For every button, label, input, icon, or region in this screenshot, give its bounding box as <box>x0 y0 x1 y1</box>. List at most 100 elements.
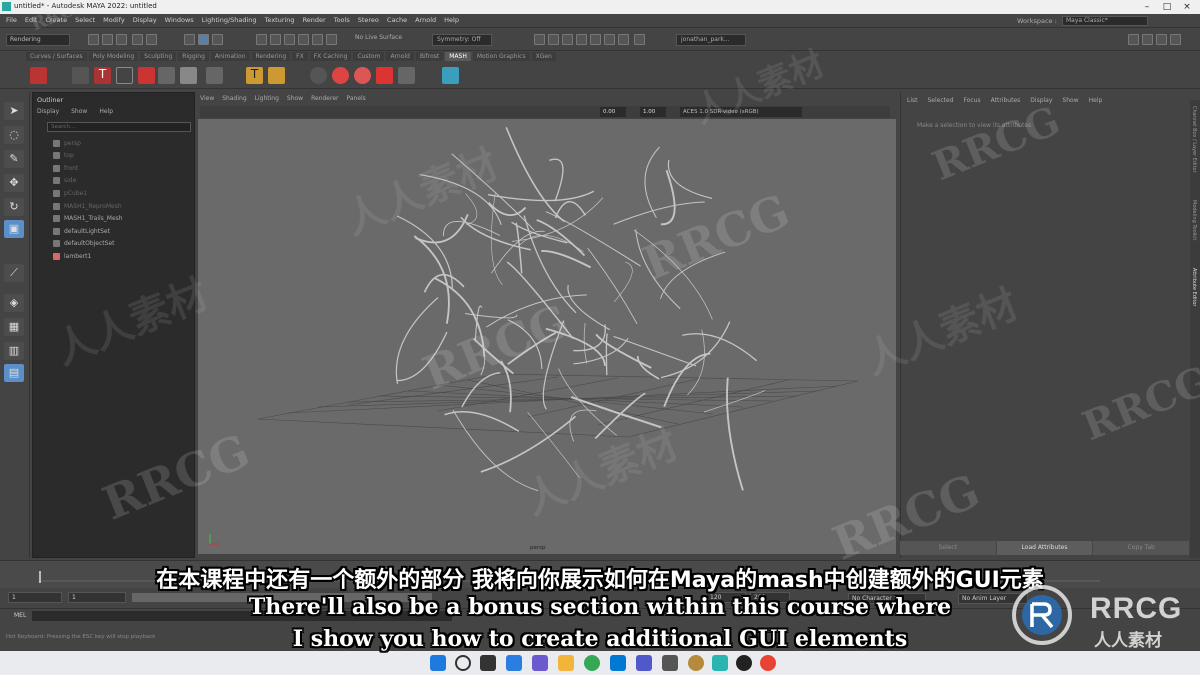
outliner-row[interactable]: persp <box>53 137 81 149</box>
outliner-row[interactable]: front <box>53 162 78 174</box>
outliner-row[interactable]: side <box>53 175 76 187</box>
shelf-tab[interactable]: Motion Graphics <box>472 52 530 61</box>
chrome-icon-2[interactable] <box>760 655 776 671</box>
maximize-button[interactable]: □ <box>1160 1 1174 13</box>
tool-settings-icon[interactable] <box>1156 34 1167 45</box>
mash-python-icon[interactable] <box>442 67 459 84</box>
mash-editor-icon[interactable] <box>72 67 89 84</box>
menu-item-modify[interactable]: Modify <box>103 16 125 24</box>
mash-paint-icon[interactable] <box>138 67 155 84</box>
type-tool-icon[interactable]: T <box>246 67 263 84</box>
snap-view-icon[interactable] <box>298 34 309 45</box>
single-view-icon[interactable]: ◈ <box>4 294 24 312</box>
shelf-tab[interactable]: FX <box>292 52 308 61</box>
outliner-menu-item[interactable]: Show <box>71 108 87 115</box>
app-icon-2[interactable] <box>688 655 704 671</box>
save-scene-icon[interactable] <box>116 34 127 45</box>
outliner-search-input[interactable]: Search... <box>47 122 191 132</box>
shelf-tab[interactable]: Bifrost <box>415 52 444 61</box>
rotate-tool-icon[interactable]: ↻ <box>4 198 24 216</box>
move-tool-icon[interactable]: ✥ <box>4 174 24 192</box>
attribute-editor-icon[interactable] <box>1142 34 1153 45</box>
search-icon[interactable] <box>455 655 471 671</box>
shelf-tab[interactable]: Rendering <box>251 52 291 61</box>
pause-icon[interactable] <box>634 34 645 45</box>
attribute-editor-menu-item[interactable]: Selected <box>928 97 954 104</box>
shelf-tab[interactable]: FX Caching <box>309 52 352 61</box>
snap-live-icon[interactable] <box>326 34 337 45</box>
outliner-row[interactable]: top <box>53 150 74 162</box>
modeling-toolkit-tab[interactable]: Modeling Toolkit <box>1191 200 1197 240</box>
hypershade-icon[interactable] <box>590 34 601 45</box>
mash-instancer-icon[interactable] <box>180 67 197 84</box>
ipr-render-icon[interactable] <box>562 34 573 45</box>
store-icon[interactable] <box>610 655 626 671</box>
select-tool-icon[interactable]: ➤ <box>4 102 24 120</box>
menu-item-help[interactable]: Help <box>444 16 459 24</box>
outliner-row[interactable]: lambert1 <box>53 250 91 262</box>
snap-curve-icon[interactable] <box>270 34 281 45</box>
menu-set-select[interactable]: Rendering <box>6 34 70 46</box>
viewport-menu-item[interactable]: Panels <box>346 95 365 102</box>
snap-grid-icon[interactable] <box>256 34 267 45</box>
minimize-button[interactable]: – <box>1140 1 1154 13</box>
channel-box-tab[interactable]: Channel Box / Layer Editor <box>1191 106 1197 173</box>
menu-item-tools[interactable]: Tools <box>334 16 350 24</box>
open-scene-icon[interactable] <box>102 34 113 45</box>
render-icon[interactable] <box>548 34 559 45</box>
shelf-tab[interactable]: MASH <box>445 52 471 61</box>
viewport-menu-item[interactable]: Lighting <box>255 95 279 102</box>
lasso-tool-icon[interactable]: ◌ <box>4 126 24 144</box>
select-hierarchy-icon[interactable] <box>184 34 195 45</box>
modeling-toolkit-icon[interactable] <box>1128 34 1139 45</box>
undo-icon[interactable] <box>132 34 143 45</box>
shelf-tab[interactable]: Animation <box>210 52 250 61</box>
mash-outliner-icon[interactable] <box>116 67 133 84</box>
user-account-field[interactable]: jonathan_park... <box>676 34 746 46</box>
copy-tab-button[interactable]: Copy Tab <box>1093 541 1191 555</box>
mash-refresh-icon[interactable] <box>310 67 327 84</box>
arnold-render-icon[interactable] <box>604 34 615 45</box>
outliner-row[interactable]: MASH1_ReproMesh <box>53 200 122 212</box>
mash-text-icon[interactable]: T <box>94 67 111 84</box>
mash-repro-icon[interactable] <box>158 67 175 84</box>
task-view-icon[interactable] <box>480 655 496 671</box>
load-attributes-button[interactable]: Load Attributes <box>996 541 1094 555</box>
mash-sphere-icon[interactable] <box>332 67 349 84</box>
arnold-ipr-icon[interactable] <box>618 34 629 45</box>
close-button[interactable]: × <box>1180 1 1194 13</box>
shelf-tab[interactable]: XGen <box>531 52 556 61</box>
paint-select-tool-icon[interactable]: ✎ <box>4 150 24 168</box>
outliner-row[interactable]: defaultObjectSet <box>53 238 115 250</box>
select-component-icon[interactable] <box>212 34 223 45</box>
gamma-field[interactable]: 1.00 <box>640 107 666 117</box>
outliner-row[interactable]: defaultLightSet <box>53 225 110 237</box>
render-settings-icon[interactable] <box>576 34 587 45</box>
select-object-icon[interactable] <box>198 34 209 45</box>
unity-icon[interactable] <box>736 655 752 671</box>
shelf-tab[interactable]: Curves / Surfaces <box>26 52 87 61</box>
outliner-layout-icon[interactable]: ▤ <box>4 364 24 382</box>
symmetry-select[interactable]: Symmetry: Off <box>432 34 492 46</box>
viewport-menu-item[interactable]: View <box>200 95 214 102</box>
last-tool-icon[interactable]: ⟋ <box>4 264 24 282</box>
shelf-tab[interactable]: Sculpting <box>140 52 177 61</box>
viewport-menu-item[interactable]: Shading <box>222 95 246 102</box>
viewport-menu-item[interactable]: Show <box>287 95 303 102</box>
outliner-menu-item[interactable]: Help <box>99 108 113 115</box>
menu-item-cache[interactable]: Cache <box>387 16 407 24</box>
svg-tool-icon[interactable] <box>268 67 285 84</box>
channel-box-icon[interactable] <box>1170 34 1181 45</box>
outliner-row[interactable]: MASH1_Trails_Mesh <box>53 213 123 225</box>
snap-point-icon[interactable] <box>284 34 295 45</box>
attribute-editor-tab[interactable]: Attribute Editor <box>1191 268 1197 306</box>
menu-item-render[interactable]: Render <box>303 16 326 24</box>
menu-item-lightingshading[interactable]: Lighting/Shading <box>202 16 257 24</box>
file-explorer-icon[interactable] <box>558 655 574 671</box>
viewport-menu-item[interactable]: Renderer <box>311 95 338 102</box>
outliner-row[interactable]: pCube1 <box>53 187 87 199</box>
exposure-field[interactable]: 0.00 <box>600 107 626 117</box>
shelf-tab[interactable]: Poly Modeling <box>88 52 139 61</box>
menu-item-windows[interactable]: Windows <box>165 16 194 24</box>
start-icon[interactable] <box>430 655 446 671</box>
